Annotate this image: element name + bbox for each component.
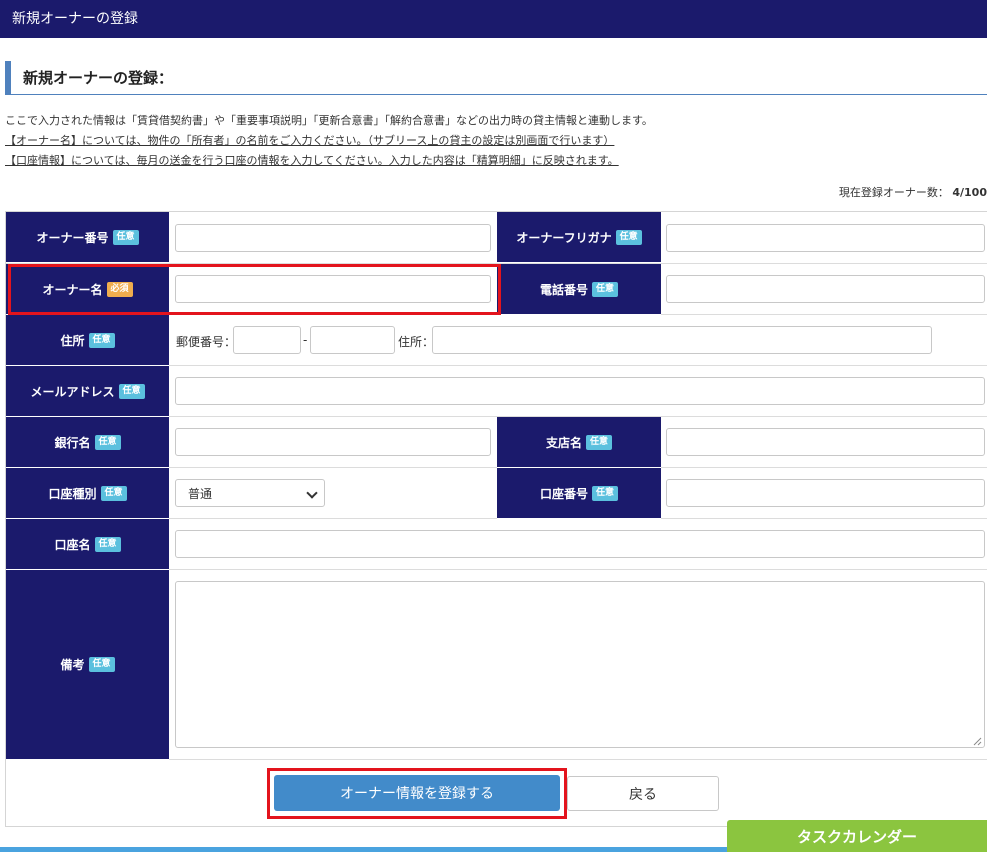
- account-name-label: 口座名 任意: [6, 519, 169, 570]
- info-line-3: 【口座情報】については、毎月の送金を行う口座の情報を入力してください。入力した内…: [5, 154, 619, 167]
- section-title: 新規オーナーの登録：: [23, 69, 174, 87]
- phone-label: 電話番号 任意: [497, 264, 661, 315]
- account-type-value: 普通: [188, 486, 213, 501]
- owner-furigana-label: オーナーフリガナ 任意: [497, 212, 661, 263]
- optional-badge: 任意: [586, 434, 613, 450]
- postal-code-second-input[interactable]: [310, 326, 395, 354]
- branch-name-text: 支店名: [545, 435, 582, 450]
- email-input[interactable]: [175, 377, 985, 405]
- section-heading: 新規オーナーの登録：: [5, 61, 987, 95]
- optional-badge: 任意: [100, 485, 127, 501]
- optional-badge: 任意: [592, 485, 619, 501]
- optional-badge: 任意: [592, 281, 619, 297]
- window-title-bar: 新規オーナーの登録: [0, 0, 987, 38]
- branch-name-label: 支店名 任意: [497, 417, 661, 468]
- phone-input[interactable]: [666, 275, 985, 303]
- account-name-input[interactable]: [175, 530, 985, 558]
- owner-number-label: オーナー番号 任意: [6, 212, 169, 263]
- address-field-label: 住所：: [398, 335, 435, 349]
- address-text: 住所: [60, 333, 85, 348]
- bank-name-label: 銀行名 任意: [6, 417, 169, 468]
- bottom-accent-bar: [0, 847, 730, 852]
- account-name-text: 口座名: [54, 537, 91, 552]
- back-button[interactable]: 戻る: [567, 776, 719, 811]
- account-type-label: 口座種別 任意: [6, 468, 169, 519]
- optional-badge: 任意: [94, 536, 121, 552]
- postal-code-first-input[interactable]: [233, 326, 301, 354]
- owner-number-input[interactable]: [175, 224, 491, 252]
- owner-name-highlight: [8, 264, 501, 315]
- section-accent-bar: [5, 61, 11, 94]
- remarks-textarea[interactable]: [175, 581, 985, 748]
- optional-badge: 任意: [88, 332, 115, 348]
- info-line-2: 【オーナー名】については、物件の「所有者」の名前をご入力ください。（サブリース上…: [5, 134, 615, 147]
- account-number-label: 口座番号 任意: [497, 468, 661, 519]
- phone-text: 電話番号: [539, 282, 588, 297]
- remarks-text: 備考: [60, 658, 85, 672]
- address-label: 住所 任意: [6, 315, 169, 366]
- email-label: メールアドレス 任意: [6, 366, 169, 417]
- postal-code-dash: -: [303, 333, 308, 347]
- optional-badge: 任意: [88, 657, 115, 672]
- bank-name-input[interactable]: [175, 428, 491, 456]
- remarks-label: 備考 任意: [6, 570, 169, 760]
- email-text: メールアドレス: [30, 384, 115, 399]
- owner-count-label: 現在登録オーナー数：: [838, 186, 949, 199]
- owner-furigana-input[interactable]: [666, 224, 985, 252]
- owner-number-text: オーナー番号: [36, 230, 109, 245]
- account-number-text: 口座番号: [539, 486, 588, 501]
- optional-badge: 任意: [112, 229, 139, 245]
- optional-badge: 任意: [615, 229, 642, 245]
- account-type-text: 口座種別: [48, 486, 97, 501]
- owner-count: 現在登録オーナー数： 4/100: [839, 184, 987, 200]
- postal-code-label: 郵便番号：: [176, 335, 237, 349]
- address-input[interactable]: [432, 326, 932, 354]
- owner-count-value: 4/100: [952, 186, 987, 199]
- owner-furigana-text: オーナーフリガナ: [516, 230, 612, 245]
- optional-badge: 任意: [118, 383, 145, 399]
- bank-name-text: 銀行名: [54, 435, 91, 450]
- submit-highlight: [267, 768, 567, 819]
- account-type-select[interactable]: 普通: [175, 479, 325, 507]
- chevron-down-icon: [306, 487, 318, 499]
- info-line-1: ここで入力された情報は「賃貸借契約書」や「重要事項説明」「更新合意書」「解約合意…: [5, 114, 653, 127]
- task-calendar-button[interactable]: タスクカレンダー: [727, 820, 987, 852]
- resize-handle-icon[interactable]: [972, 736, 982, 746]
- account-number-input[interactable]: [666, 479, 985, 507]
- page-header-title: 新規オーナーの登録: [12, 11, 138, 27]
- optional-badge: 任意: [94, 434, 121, 450]
- branch-name-input[interactable]: [666, 428, 985, 456]
